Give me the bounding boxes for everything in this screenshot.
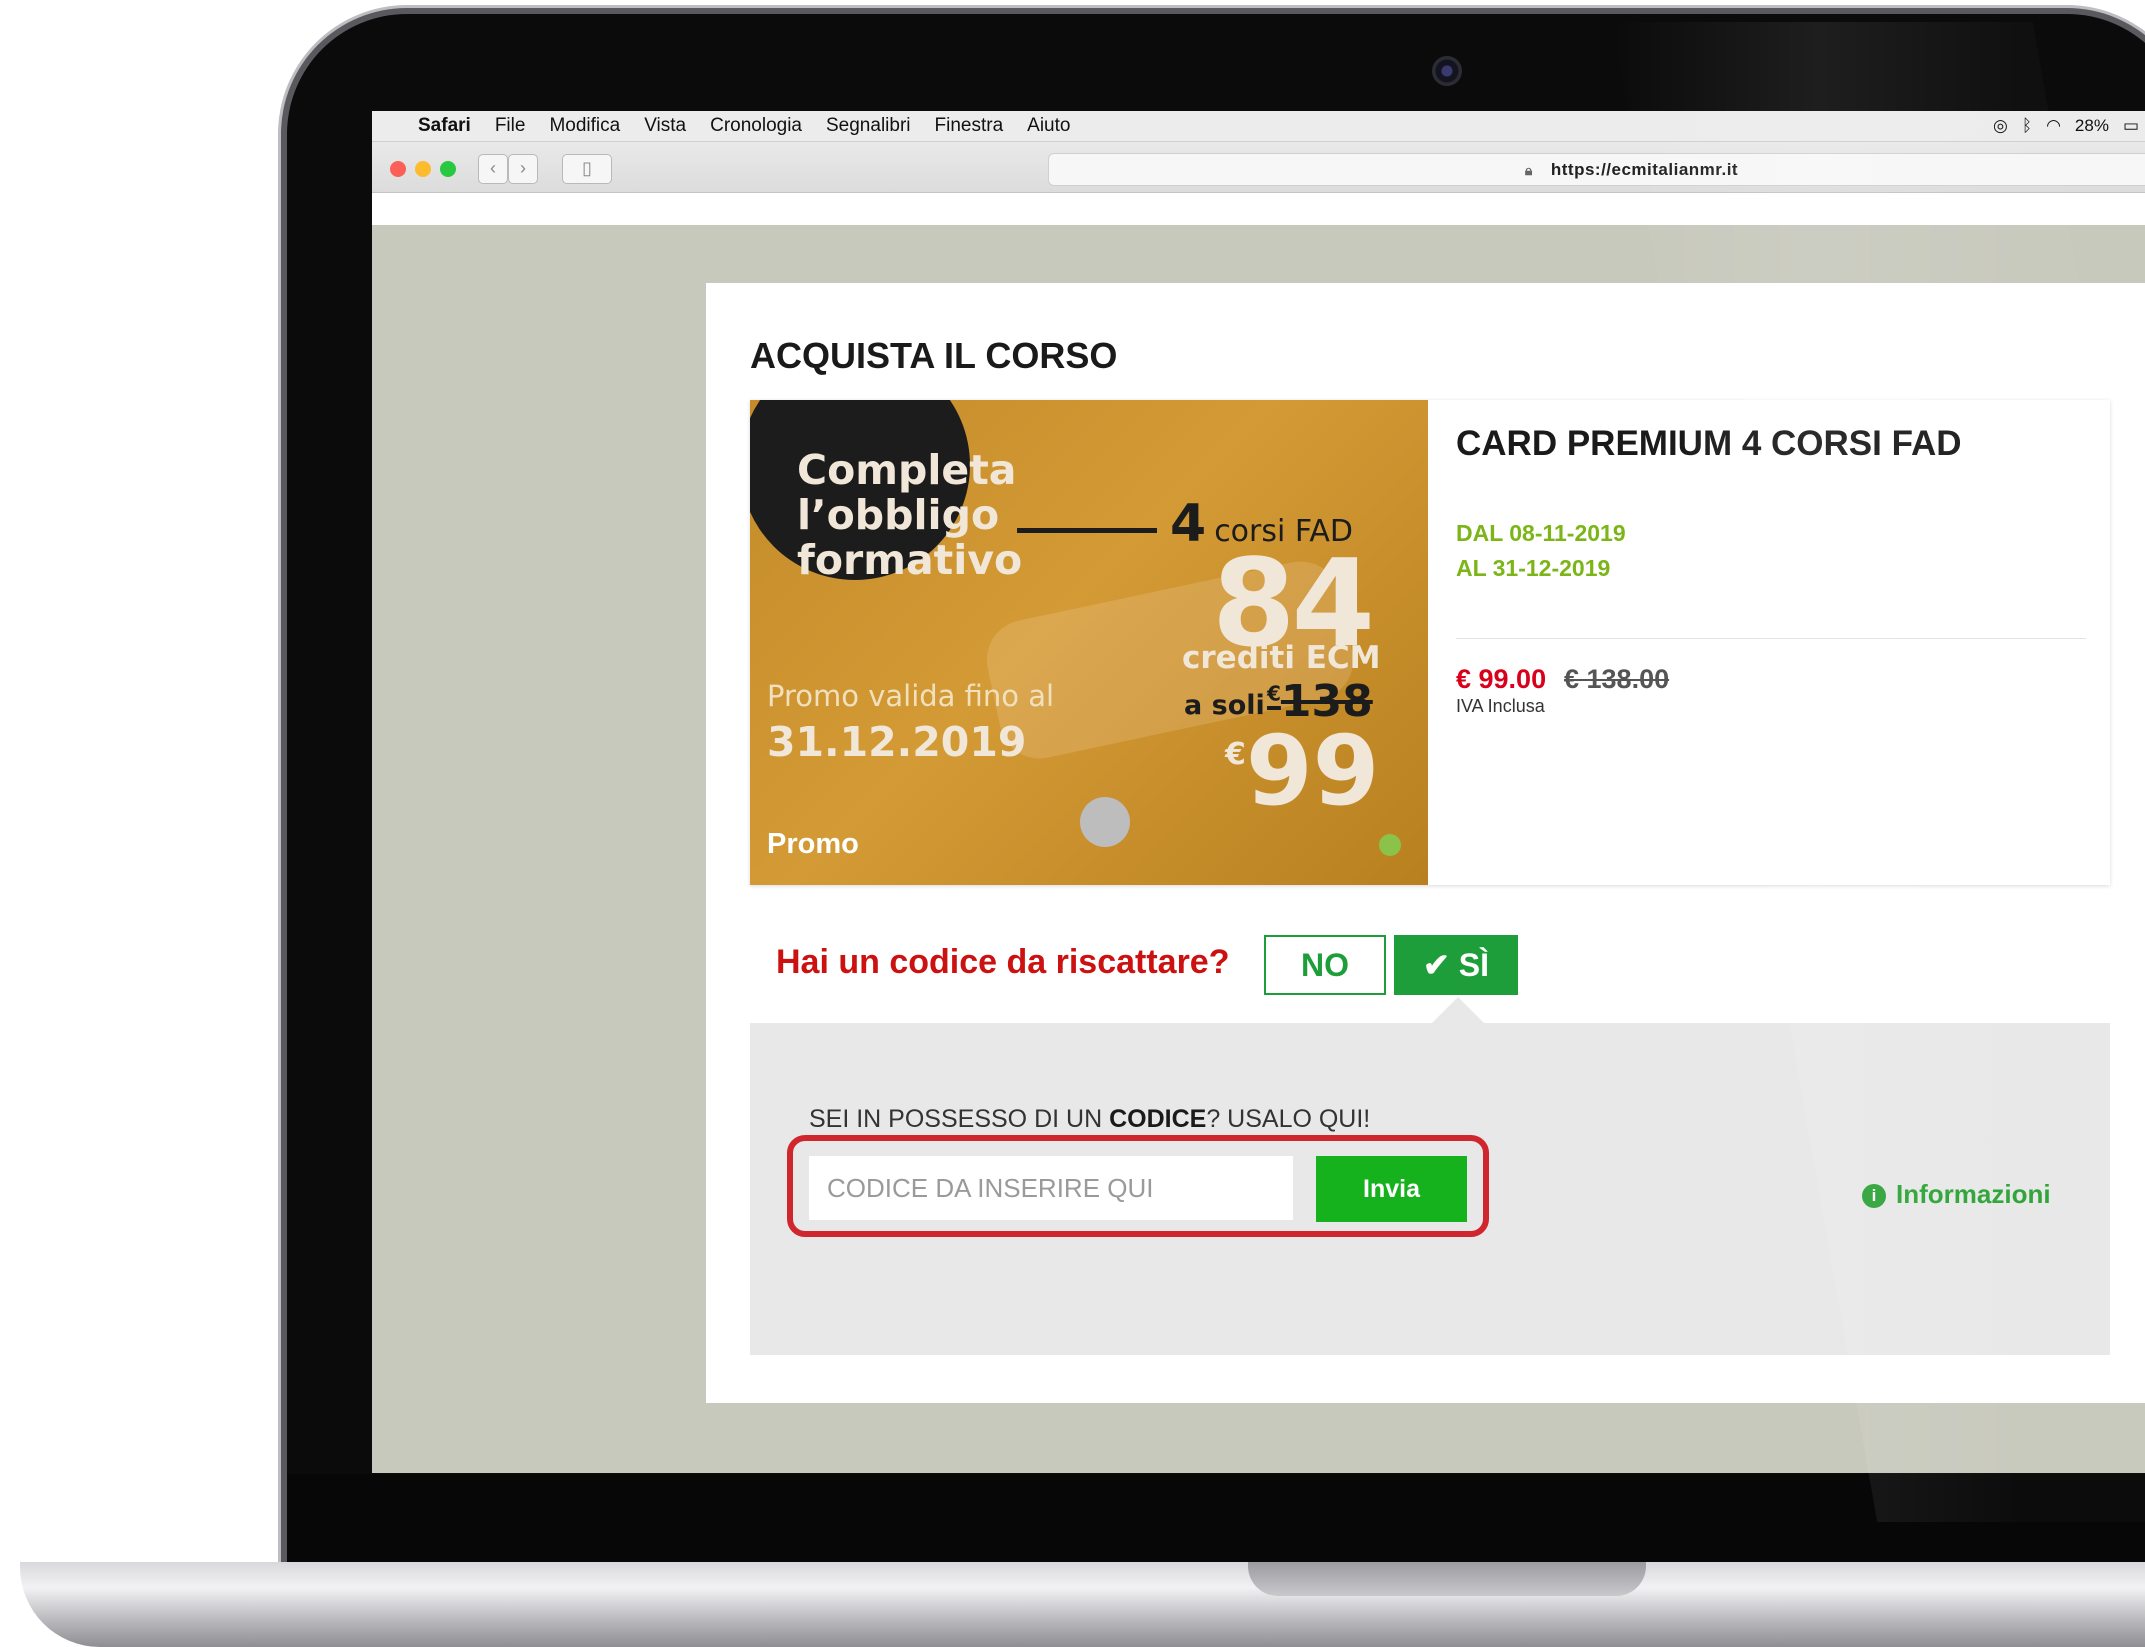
address-bar[interactable]: 🔒︎https://ecmitalianmr.it ↻ xyxy=(1048,153,2145,186)
laptop-chin xyxy=(287,1474,2145,1564)
page-header-strip xyxy=(372,193,2145,225)
battery-icon[interactable]: ▭ xyxy=(2123,116,2139,136)
purchase-card: ACQUISTA IL CORSO Completa l’obbligo for… xyxy=(706,283,2145,1403)
menu-app-safari[interactable]: Safari xyxy=(418,111,471,141)
info-link-label: Informazioni xyxy=(1896,1179,2051,1209)
status-area: ◎ ᛒ ◠ 28% ▭ xyxy=(1993,111,2145,141)
code-label-bold: CODICE xyxy=(1109,1105,1207,1133)
sidebar-button[interactable]: ▯ xyxy=(562,154,612,184)
yes-code-button[interactable]: ✔ SÌ xyxy=(1394,935,1518,995)
promo-tag: Promo xyxy=(767,828,859,860)
code-input[interactable] xyxy=(809,1156,1293,1220)
code-label-part-2: ? USALO QUI! xyxy=(1206,1105,1371,1133)
laptop-base xyxy=(20,1562,2145,1647)
menu-file[interactable]: File xyxy=(495,111,526,141)
product-end-date: AL 31-12-2019 xyxy=(1456,555,1611,581)
product-name: CARD PREMIUM 4 CORSI FAD xyxy=(1456,424,1962,463)
promo-new-price: €99 xyxy=(1225,715,1379,827)
promo-headline-line-3: formativo xyxy=(797,536,1023,584)
menu-finestra[interactable]: Finestra xyxy=(935,111,1004,141)
battery-percent[interactable]: 28% xyxy=(2075,116,2109,136)
product-start-date: DAL 08-11-2019 xyxy=(1456,520,1626,546)
menu-vista[interactable]: Vista xyxy=(644,111,686,141)
code-label: SEI IN POSSESSO DI UN CODICE? USALO QUI! xyxy=(809,1105,1370,1134)
url-text: https://ecmitalianmr.it xyxy=(1550,160,1739,179)
forward-button[interactable]: › xyxy=(508,154,538,184)
minimize-window-icon[interactable] xyxy=(415,161,431,177)
promo-new-currency: € xyxy=(1225,737,1246,772)
promo-headline: Completa l’obbligo formativo xyxy=(797,448,1022,583)
laptop-notch xyxy=(1248,1562,1646,1596)
menu-aiuto[interactable]: Aiuto xyxy=(1027,111,1070,141)
laptop-screen: Safari File Modifica Vista Cronologia Se… xyxy=(372,111,2145,1473)
promo-new-price-value: 99 xyxy=(1245,715,1380,827)
menu-modifica[interactable]: Modifica xyxy=(549,111,620,141)
promo-validity-date: 31.12.2019 xyxy=(767,718,1027,766)
promo-old-currency: € xyxy=(1267,681,1281,706)
menu-cronologia[interactable]: Cronologia xyxy=(710,111,802,141)
divider xyxy=(1456,638,2086,639)
bluetooth-icon[interactable]: ᛒ xyxy=(2022,116,2032,136)
code-label-part-1: SEI IN POSSESSO DI UN xyxy=(809,1105,1110,1133)
redeem-code-question: Hai un codice da riscattare? xyxy=(776,943,1230,981)
no-code-button[interactable]: NO xyxy=(1264,935,1386,995)
back-button[interactable]: ‹ xyxy=(478,154,508,184)
panel-pointer xyxy=(1432,997,1484,1023)
mac-menu-bar: Safari File Modifica Vista Cronologia Se… xyxy=(372,111,2145,142)
yes-code-label: SÌ xyxy=(1458,947,1489,983)
wifi-icon[interactable]: ◠ xyxy=(2046,116,2061,136)
send-code-button[interactable]: Invia xyxy=(1316,1156,1467,1222)
product-box: Completa l’obbligo formativo 4 corsi FAD … xyxy=(750,400,2110,885)
code-panel: SEI IN POSSESSO DI UN CODICE? USALO QUI!… xyxy=(750,1023,2110,1355)
creative-cloud-icon[interactable]: ◎ xyxy=(1993,116,2008,136)
lock-icon: 🔒︎ xyxy=(1524,162,1533,178)
product-info: CARD PREMIUM 4 CORSI FAD DAL 08-11-2019 … xyxy=(1456,400,2086,885)
close-window-icon[interactable] xyxy=(390,161,406,177)
camera xyxy=(1432,56,1462,86)
promo-validity-label: Promo valida fino al xyxy=(767,679,1055,713)
product-price: € 99.00 xyxy=(1456,664,1547,694)
status-dot xyxy=(1379,834,1401,856)
promo-headline-line-1: Completa xyxy=(797,446,1017,494)
promo-banner: Completa l’obbligo formativo 4 corsi FAD … xyxy=(750,400,1428,885)
promo-count-number: 4 xyxy=(1170,494,1207,554)
page-title: ACQUISTA IL CORSO xyxy=(750,335,1118,376)
info-link[interactable]: i Informazioni xyxy=(1862,1179,2051,1210)
product-old-price: € 138.00 xyxy=(1564,664,1670,694)
carousel-control[interactable] xyxy=(1080,797,1130,847)
zoom-window-icon[interactable] xyxy=(440,161,456,177)
check-icon: ✔ xyxy=(1423,947,1459,983)
browser-toolbar: ‹ › ▯ 🔒︎https://ecmitalianmr.it ↻ xyxy=(372,142,2145,193)
promo-divider xyxy=(1017,528,1157,533)
promo-credits-label: crediti ECM xyxy=(1182,640,1381,676)
info-icon: i xyxy=(1862,1184,1886,1208)
product-vat-note: IVA Inclusa xyxy=(1456,696,1545,716)
promo-headline-line-2: l’obbligo xyxy=(797,491,1000,539)
menu-segnalibri[interactable]: Segnalibri xyxy=(826,111,911,141)
